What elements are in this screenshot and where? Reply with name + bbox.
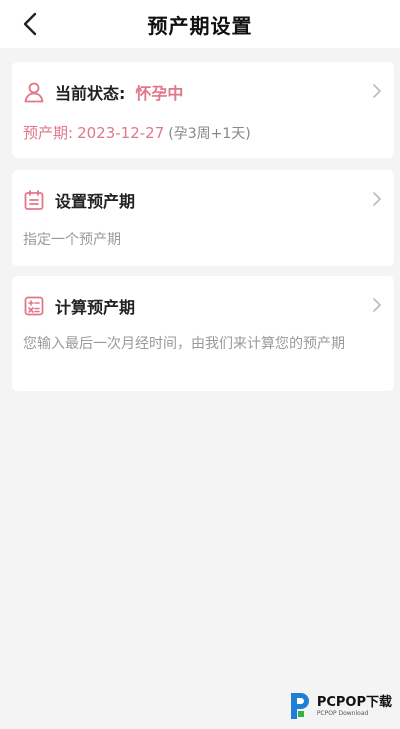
header-bar: 预产期设置 [0, 0, 400, 48]
calendar-icon [23, 189, 45, 211]
status-label: 当前状态: [55, 84, 126, 103]
set-due-date-title: 设置预产期 [55, 192, 136, 211]
calculator-icon [23, 295, 45, 317]
chevron-right-icon [373, 298, 381, 312]
page-title: 预产期设置 [147, 13, 253, 38]
due-label: 预产期: [23, 124, 74, 142]
watermark-logo: PCPOP下载 PCPOP Download [287, 691, 392, 721]
status-card[interactable]: 当前状态: 怀孕中 预产期: 2023-12-27 (孕3周+1天) [12, 62, 394, 158]
chevron-right-icon [373, 84, 381, 98]
calculate-due-date-title: 计算预产期 [55, 298, 136, 317]
back-arrow-icon [23, 12, 37, 36]
watermark-subtext: PCPOP Download [316, 709, 369, 717]
back-button[interactable] [14, 8, 46, 40]
pcpop-logo-icon [290, 693, 309, 719]
calculate-due-date-card[interactable]: 计算预产期 您输入最后一次月经时间，由我们来计算您的预产期 [12, 276, 394, 391]
due-date-row: 预产期: 2023-12-27 (孕3周+1天) [23, 122, 251, 143]
watermark-text: PCPOP下载 [316, 694, 392, 710]
person-icon [23, 81, 45, 103]
calculate-due-date-desc: 您输入最后一次月经时间，由我们来计算您的预产期 [23, 336, 345, 352]
status-value: 怀孕中 [135, 84, 184, 103]
due-date-value: 2023-12-27 [77, 124, 165, 142]
set-due-date-desc: 指定一个预产期 [23, 232, 121, 248]
gestation-value: (孕3周+1天) [168, 126, 251, 142]
chevron-right-icon [373, 192, 381, 206]
set-due-date-card[interactable]: 设置预产期 指定一个预产期 [12, 170, 394, 266]
